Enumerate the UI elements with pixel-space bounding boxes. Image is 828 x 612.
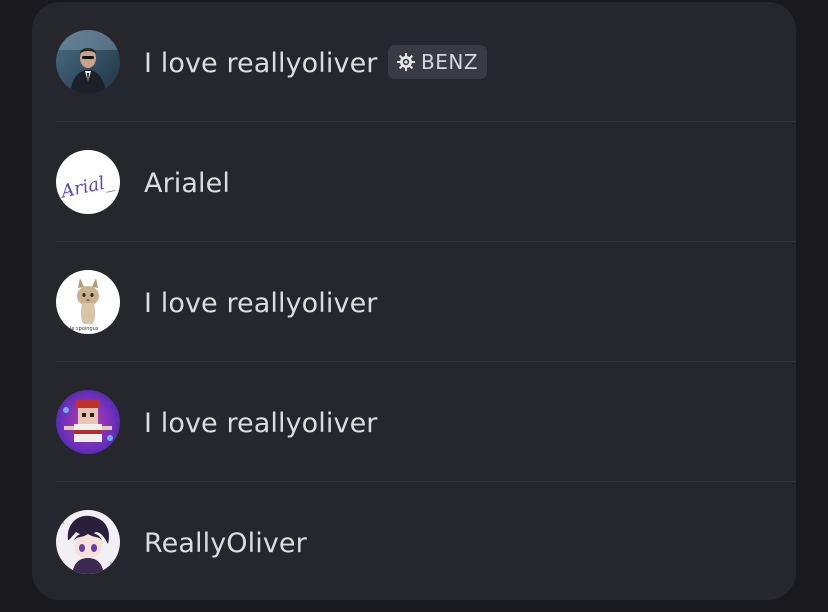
anime-character-avatar[interactable]: [56, 510, 120, 574]
member-list-panel: I love reallyoliver BENZ Arial_ Arialel …: [32, 2, 796, 600]
suited-man-avatar[interactable]: [56, 30, 120, 94]
member-row[interactable]: ReallyOliver: [32, 482, 796, 600]
guild-tag-badge[interactable]: BENZ: [388, 45, 488, 79]
member-row[interactable]: Arial_ Arialel: [32, 122, 796, 242]
member-name: I love reallyoliver: [144, 48, 378, 79]
handwritten-arial-avatar[interactable]: Arial_: [56, 150, 120, 214]
member-name: I love reallyoliver: [144, 288, 378, 319]
avatar-caption-text: le spoingus: [70, 326, 99, 332]
cat-meme-avatar[interactable]: le spoingus: [56, 270, 120, 334]
member-row[interactable]: I love reallyoliver BENZ: [32, 2, 796, 122]
guild-tag-label: BENZ: [421, 50, 479, 74]
gear-icon: [397, 53, 415, 71]
pixel-character-avatar[interactable]: [56, 390, 120, 454]
member-name: ReallyOliver: [144, 528, 307, 559]
member-name: I love reallyoliver: [144, 408, 378, 439]
member-row[interactable]: le spoingus I love reallyoliver: [32, 242, 796, 362]
member-name: Arialel: [144, 168, 230, 199]
member-row[interactable]: I love reallyoliver: [32, 362, 796, 482]
